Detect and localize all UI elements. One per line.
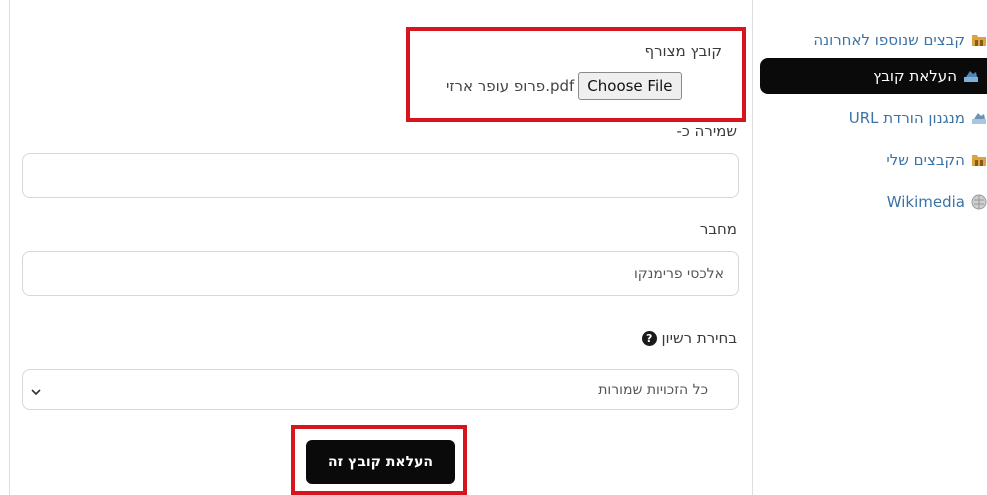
help-icon[interactable]: ? bbox=[641, 331, 657, 346]
content-left-border bbox=[9, 0, 10, 495]
license-label-text: בחירת רשיון bbox=[661, 329, 737, 347]
upload-icon bbox=[963, 68, 979, 84]
sidebar-item-upload[interactable]: העלאת קובץ bbox=[760, 58, 987, 94]
chevron-down-icon bbox=[31, 382, 41, 401]
license-label: בחירת רשיון ? bbox=[638, 329, 737, 347]
author-input[interactable]: אלכסי פרימנקו bbox=[22, 251, 739, 296]
author-value: אלכסי פרימנקו bbox=[633, 265, 724, 282]
save-as-label: שמירה כ- bbox=[676, 122, 737, 140]
sidebar-divider bbox=[752, 0, 753, 495]
license-selected-value: כל הזכויות שמורות bbox=[598, 381, 708, 398]
sidebar-item-my-files[interactable]: הקבצים שלי bbox=[886, 142, 987, 178]
author-label: מחבר bbox=[699, 220, 737, 238]
my-files-icon bbox=[971, 152, 987, 168]
recent-files-icon bbox=[971, 32, 987, 48]
sidebar-item-url-download[interactable]: מנגנון הורדת URL bbox=[849, 100, 987, 136]
sidebar-item-label: הקבצים שלי bbox=[886, 151, 965, 169]
wikimedia-icon bbox=[971, 194, 987, 210]
url-download-icon bbox=[971, 110, 987, 126]
highlight-box-file bbox=[406, 27, 746, 122]
sidebar-item-recent-files[interactable]: קבצים שנוספו לאחרונה bbox=[813, 22, 987, 58]
sidebar-item-label: העלאת קובץ bbox=[873, 67, 957, 85]
save-as-input[interactable] bbox=[22, 153, 739, 198]
sidebar-item-wikimedia[interactable]: Wikimedia bbox=[887, 184, 987, 220]
license-select[interactable]: כל הזכויות שמורות bbox=[22, 369, 739, 410]
sidebar-item-label: קבצים שנוספו לאחרונה bbox=[813, 31, 965, 49]
sidebar-item-label: Wikimedia bbox=[886, 193, 965, 211]
sidebar-item-label: מנגנון הורדת URL bbox=[848, 109, 965, 127]
highlight-box-submit bbox=[291, 425, 467, 495]
